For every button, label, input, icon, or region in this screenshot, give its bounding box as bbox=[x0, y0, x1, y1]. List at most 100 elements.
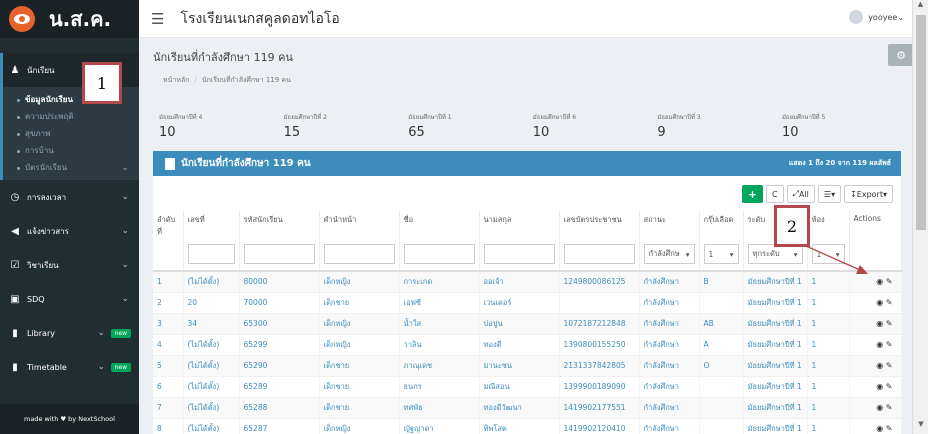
stat-value: 15 bbox=[283, 125, 301, 140]
stat-value: 10 bbox=[781, 125, 799, 140]
pencil-icon[interactable]: ✎ bbox=[886, 424, 893, 433]
sidebar-item-label: Timetable bbox=[27, 362, 67, 372]
result-summary: แสดง 1 ถึง 20 จาก 119 ผลลัพธ์ bbox=[788, 159, 891, 167]
table-row: 7 (ไม่ได้ตั้ง) 65288 เด็กชาย ทศพัธ ทองดีวัฒนา… bbox=[153, 396, 902, 418]
filter-firstname-input[interactable] bbox=[403, 244, 475, 264]
col-header-number[interactable]: เลขที่ bbox=[183, 211, 240, 241]
filter-blood-select[interactable]: 1 ▾ bbox=[703, 244, 739, 264]
col-header-room[interactable]: ห้อง bbox=[807, 211, 850, 241]
col-header-blood[interactable]: กรุ๊ปเลือด bbox=[699, 211, 744, 241]
sidebar-item-announcements[interactable]: ◀ แจ้งข่าวสาร ⌄ bbox=[0, 214, 139, 248]
pencil-icon[interactable]: ✎ bbox=[886, 361, 893, 370]
filter-cell bbox=[479, 241, 560, 272]
stat-label: มัธยมศึกษาปีที่ 2 bbox=[283, 114, 327, 121]
view-icon[interactable]: ◉ bbox=[876, 382, 883, 391]
refresh-button[interactable]: C bbox=[765, 185, 784, 203]
view-icon[interactable]: ◉ bbox=[876, 403, 883, 412]
view-icon[interactable]: ◉ bbox=[876, 340, 883, 349]
cell-lastname: บ่อปูน bbox=[479, 312, 560, 334]
cell-level: มัธยมศึกษาปีที่ 1 bbox=[743, 270, 808, 292]
filter-number-input[interactable] bbox=[187, 244, 235, 264]
caret-down-icon: ▾ bbox=[793, 249, 798, 259]
view-icon[interactable]: ◉ bbox=[876, 424, 883, 433]
pencil-icon[interactable]: ✎ bbox=[886, 319, 893, 328]
calendar-icon: ☑ bbox=[10, 259, 20, 271]
owl-logo-icon bbox=[9, 6, 35, 32]
show-all-label: All bbox=[798, 189, 809, 199]
sidebar-item-timetable[interactable]: ▮ Timetable ⌄ new bbox=[0, 350, 139, 384]
filter-cell: 1 ▾ bbox=[699, 241, 744, 272]
cell-blood: AB bbox=[699, 312, 744, 334]
clipboard-icon: ▣ bbox=[10, 293, 20, 305]
actions-cell: ◉ ✎ bbox=[849, 333, 902, 355]
scroll-thumb[interactable] bbox=[916, 15, 926, 230]
cell-prefix: เด็กชาย bbox=[319, 354, 400, 376]
filter-student-id-input[interactable] bbox=[243, 244, 315, 264]
sidebar-item-subjects[interactable]: ☑ วิชาเรียน ⌄ bbox=[0, 248, 139, 282]
cell-firstname: ทศพัธ bbox=[399, 396, 480, 418]
gear-icon[interactable]: ⚙ bbox=[888, 44, 914, 66]
cell-index: 2 bbox=[153, 291, 184, 313]
col-header-firstname[interactable]: ชื่อ bbox=[399, 211, 480, 241]
hamburger-menu-icon[interactable]: ☰ bbox=[151, 10, 164, 28]
cell-level: มัธยมศึกษาปีที่ 1 bbox=[743, 375, 808, 397]
col-header-status[interactable]: สถานะ bbox=[639, 211, 700, 241]
view-icon[interactable]: ◉ bbox=[876, 361, 883, 370]
chevron-down-icon: ⌄ bbox=[97, 328, 105, 338]
col-header-student-id[interactable]: รหัสนักเรียน bbox=[239, 211, 320, 241]
sidebar-subitem-behavior[interactable]: ความประพฤติ bbox=[3, 108, 139, 125]
cell-citizen-id: 1072187212848 bbox=[559, 312, 640, 334]
user-menu[interactable]: yooyee ⌄ bbox=[849, 10, 904, 24]
cell-level: มัธยมศึกษาปีที่ 1 bbox=[743, 312, 808, 334]
footer-credit[interactable]: by NextSchool bbox=[68, 415, 115, 423]
sidebar-item-library[interactable]: ▮ Library ⌄ new bbox=[0, 316, 139, 350]
col-header-index[interactable]: ลำดับที่ bbox=[153, 211, 184, 241]
col-header-lastname[interactable]: นามสกุล bbox=[479, 211, 560, 241]
view-icon[interactable]: ◉ bbox=[876, 319, 883, 328]
caret-down-icon: ▾ bbox=[685, 249, 690, 259]
brand[interactable]: น.ส.ค. bbox=[0, 0, 139, 38]
filter-cell bbox=[183, 241, 240, 272]
cell-number: (ไม่ได้ตั้ง) bbox=[183, 354, 240, 376]
show-all-button[interactable]: ⤢ All bbox=[786, 185, 815, 203]
heart-icon: ♥ bbox=[60, 415, 67, 423]
book-icon: ▮ bbox=[12, 327, 18, 339]
add-button[interactable]: + bbox=[741, 185, 763, 203]
sidebar-subitem-student-card[interactable]: บัตรนักเรียน ⌄ bbox=[3, 159, 139, 176]
sidebar-subitem-health[interactable]: สุขภาพ bbox=[3, 125, 139, 142]
cell-blood bbox=[699, 375, 744, 397]
cell-number: (ไม่ได้ตั้ง) bbox=[183, 270, 240, 292]
col-header-prefix[interactable]: คำนำหน้า bbox=[319, 211, 400, 241]
pencil-icon[interactable]: ✎ bbox=[886, 298, 893, 307]
cell-student-id: 70000 bbox=[239, 291, 320, 313]
col-header-citizen-id[interactable]: เลขบัตรประชาชน bbox=[559, 211, 640, 241]
sidebar-item-label: SDQ bbox=[27, 294, 45, 304]
filter-level-select[interactable]: ทุกระดับ ▾ bbox=[747, 244, 803, 264]
filter-lastname-input[interactable] bbox=[483, 244, 555, 264]
cell-room: 1 bbox=[807, 291, 850, 313]
pencil-icon[interactable]: ✎ bbox=[886, 382, 893, 391]
new-badge: new bbox=[110, 328, 131, 338]
pencil-icon[interactable]: ✎ bbox=[886, 277, 893, 286]
pencil-icon[interactable]: ✎ bbox=[886, 340, 893, 349]
sidebar-item-sdq[interactable]: ▣ SDQ ⌄ bbox=[0, 282, 139, 316]
scroll-down-arrow-icon[interactable]: ▼ bbox=[913, 420, 928, 434]
subitem-label: ความประพฤติ bbox=[25, 112, 74, 121]
filter-prefix-input[interactable] bbox=[323, 244, 395, 264]
scroll-up-arrow-icon[interactable]: ▲ bbox=[913, 0, 928, 14]
stat-item: มัธยมศึกษาปีที่ 5 10 bbox=[762, 104, 887, 148]
filter-cell bbox=[239, 241, 320, 272]
vertical-scrollbar[interactable]: ▲ ▼ bbox=[912, 0, 928, 434]
megaphone-icon: ◀ bbox=[11, 225, 19, 237]
columns-button[interactable]: ☰ ▾ bbox=[817, 185, 842, 203]
cell-firstname: เอฟซี bbox=[399, 291, 480, 313]
sidebar-item-attendance[interactable]: ◷ การลงเวลา ⌄ bbox=[0, 180, 139, 214]
cell-lastname: มณีสอน bbox=[479, 375, 560, 397]
filter-citizen-id-input[interactable] bbox=[563, 244, 635, 264]
breadcrumb-home[interactable]: หน้าหลัก bbox=[163, 76, 189, 84]
filter-status-select[interactable]: กำลังศึกษ ▾ bbox=[643, 244, 695, 264]
pencil-icon[interactable]: ✎ bbox=[886, 403, 893, 412]
view-icon[interactable]: ◉ bbox=[876, 298, 883, 307]
sidebar-subitem-homework[interactable]: การบ้าน bbox=[3, 142, 139, 159]
export-button[interactable]: ↧ Export ▾ bbox=[844, 185, 893, 203]
